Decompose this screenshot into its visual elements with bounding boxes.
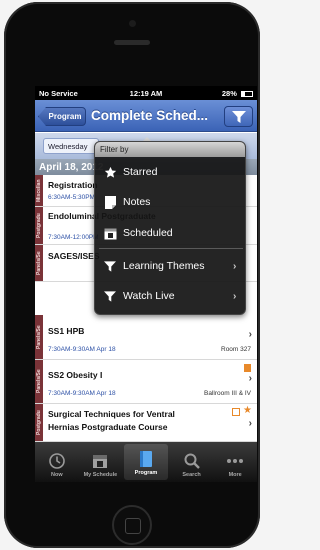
note-icon (232, 408, 240, 416)
popover-divider (99, 248, 243, 249)
filter-option-label: Notes (123, 196, 151, 208)
star-icon (99, 166, 121, 179)
chevron-right-icon: › (248, 418, 252, 429)
tab-label: My Schedule (83, 472, 118, 478)
filter-icon (231, 110, 246, 123)
status-bar: No Service 12:19 AM 28% (35, 86, 257, 100)
tab-program[interactable]: Program (124, 444, 168, 480)
day-tab-selected[interactable]: Wednesday (43, 138, 99, 154)
session-title-line2: Hernias Postgraduate Course (48, 422, 168, 432)
navigation-bar: Program Complete Sched... (35, 100, 257, 132)
book-icon (138, 450, 154, 468)
home-button[interactable] (112, 505, 152, 545)
session-room: Room 327 (221, 346, 251, 353)
clock-icon (48, 452, 65, 470)
tab-now[interactable]: Now (35, 442, 79, 482)
tab-bar: Now My Schedule Program Search More (35, 442, 257, 482)
tab-search[interactable]: Search (170, 442, 214, 482)
filter-option-label: Watch Live (123, 290, 175, 302)
filter-icon (99, 260, 121, 272)
filter-option-notes[interactable]: Notes (95, 187, 245, 217)
category-tag: Panels/Se (35, 315, 43, 359)
note-icon (244, 364, 251, 372)
clock-label: 12:19 AM (129, 88, 163, 98)
filter-option-label: Scheduled (123, 227, 173, 239)
tab-my-schedule[interactable]: My Schedule (79, 442, 123, 482)
chevron-right-icon: › (248, 373, 252, 384)
session-title: SS1 HPB (48, 326, 85, 336)
page-title: Complete Sched... (91, 108, 209, 123)
battery-icon (240, 90, 253, 97)
tab-label: Search (182, 472, 201, 478)
filter-option-starred[interactable]: Starred (95, 157, 245, 187)
carrier-label: No Service (39, 88, 78, 98)
session-title: SS2 Obesity I (48, 370, 103, 380)
popover-header: Filter by (95, 142, 245, 157)
phone-frame: No Service 12:19 AM 28% Program Complete… (4, 2, 260, 548)
star-icon: ★ (243, 405, 252, 416)
filter-button[interactable] (224, 106, 253, 127)
chevron-right-icon: › (248, 329, 252, 340)
note-icon (99, 195, 121, 209)
tab-more[interactable]: More (213, 442, 257, 482)
filter-option-label: Learning Themes (123, 260, 205, 272)
filter-option-watch-live[interactable]: Watch Live › (95, 281, 245, 311)
chevron-right-icon: › (233, 290, 237, 302)
category-tag: Postgradu (35, 404, 43, 441)
filter-popover: Filter by Starred Notes Scheduled Learni… (94, 141, 246, 315)
category-tag: Postgradu (35, 207, 43, 244)
more-dots-icon (226, 452, 244, 470)
chevron-right-icon: › (233, 260, 237, 272)
back-button[interactable]: Program (38, 107, 86, 126)
calendar-icon (99, 227, 121, 240)
category-tag: Miscellan (35, 175, 43, 206)
filter-option-label: Starred (123, 166, 158, 178)
app-screen: No Service 12:19 AM 28% Program Complete… (35, 86, 257, 482)
session-time: 6:30AM-5:30PM (48, 194, 95, 201)
tab-label: Program (134, 470, 158, 476)
search-icon (184, 452, 200, 470)
calendar-icon (92, 452, 108, 470)
speaker-grille (114, 40, 150, 45)
session-row[interactable]: Panels/Se SS2 Obesity I 7:30AM-9:30AM Ap… (35, 360, 257, 404)
filter-icon (99, 290, 121, 302)
session-time: 7:30AM-9:30AM Apr 18 (48, 390, 116, 397)
filter-option-scheduled[interactable]: Scheduled (95, 218, 245, 248)
session-title: Registration (48, 180, 98, 190)
session-row[interactable]: Postgradu Surgical Techniques for Ventra… (35, 404, 257, 442)
tab-label: Now (50, 472, 63, 478)
session-time: 7:30AM-12:00PM (48, 234, 99, 241)
tab-label: More (228, 472, 242, 478)
session-title: SAGES/ISES (48, 251, 100, 261)
session-time: 7:30AM-9:30AM Apr 18 (48, 346, 116, 353)
battery-percent: 28% (221, 88, 237, 98)
front-camera (129, 20, 136, 27)
category-tag: Panels/Se (35, 245, 43, 281)
filter-option-learning-themes[interactable]: Learning Themes › (95, 251, 245, 281)
session-row[interactable]: Panels/Se SS1 HPB 7:30AM-9:30AM Apr 18 R… (35, 315, 257, 360)
session-title: Surgical Techniques for Ventral (48, 409, 175, 419)
battery-indicator: 28% (182, 89, 253, 98)
session-room: Ballroom III & IV (204, 390, 251, 397)
category-tag: Panels/Se (35, 360, 43, 403)
